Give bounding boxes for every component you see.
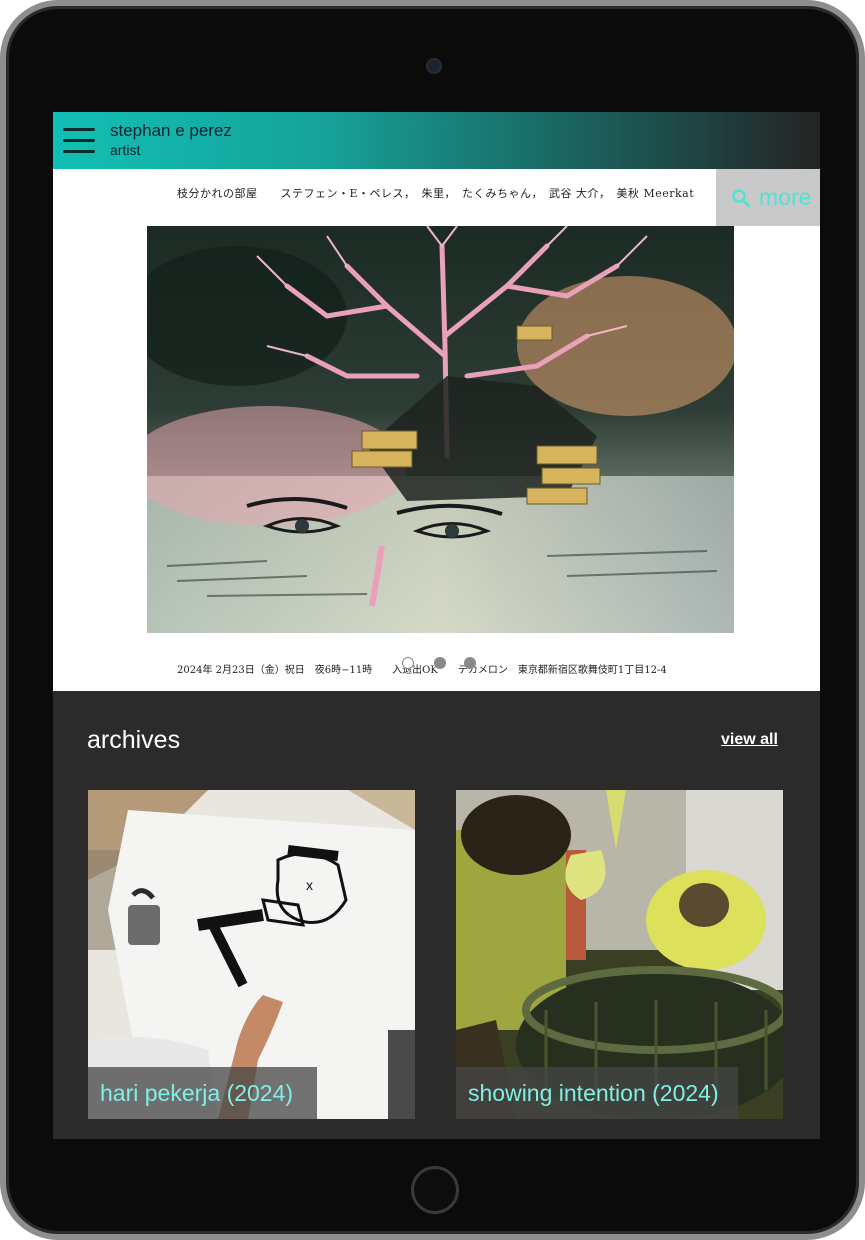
- slide-caption-top: 枝分かれの部屋 ステフェン・E・ペレス， 朱里， たくみちゃん， 武谷 大介， …: [177, 187, 695, 200]
- slide-caption-bottom: 2024年 2月23日（金）祝日 夜6時−11時 入退出OK デカメロン 東京都…: [177, 665, 667, 676]
- slide-dot-2[interactable]: [434, 657, 446, 669]
- more-button[interactable]: more: [716, 169, 820, 226]
- slide-dot-1[interactable]: [402, 657, 414, 669]
- home-button[interactable]: [411, 1166, 459, 1214]
- camera-icon: [426, 58, 442, 74]
- site-title[interactable]: stephan e perez: [110, 121, 232, 141]
- tablet-frame: stephan e perez artist 枝分かれの部屋 ステフェン・E・ペ…: [0, 0, 865, 1240]
- archive-card-title: hari pekerja (2024): [100, 1080, 294, 1106]
- archives-heading: archives: [87, 726, 181, 754]
- featured-slideshow[interactable]: 枝分かれの部屋 ステフェン・E・ペレス， 朱里， たくみちゃん， 武谷 大介， …: [53, 169, 820, 691]
- site-header: stephan e perez artist: [53, 112, 820, 169]
- archive-card[interactable]: x hari pekerja (2024): [88, 790, 415, 1119]
- archive-card[interactable]: showing intention (2024): [456, 790, 783, 1119]
- site-subtitle: artist: [110, 142, 141, 158]
- more-label: more: [759, 184, 812, 210]
- archive-card-title: showing intention (2024): [468, 1080, 719, 1106]
- view-all-link[interactable]: view all: [721, 731, 778, 749]
- search-icon: [732, 189, 750, 207]
- slide-dot-3[interactable]: [464, 657, 476, 669]
- slide-artwork-image: [147, 226, 734, 633]
- menu-icon[interactable]: [63, 122, 95, 158]
- screen: stephan e perez artist 枝分かれの部屋 ステフェン・E・ペ…: [53, 112, 820, 1139]
- svg-text:x: x: [306, 877, 313, 893]
